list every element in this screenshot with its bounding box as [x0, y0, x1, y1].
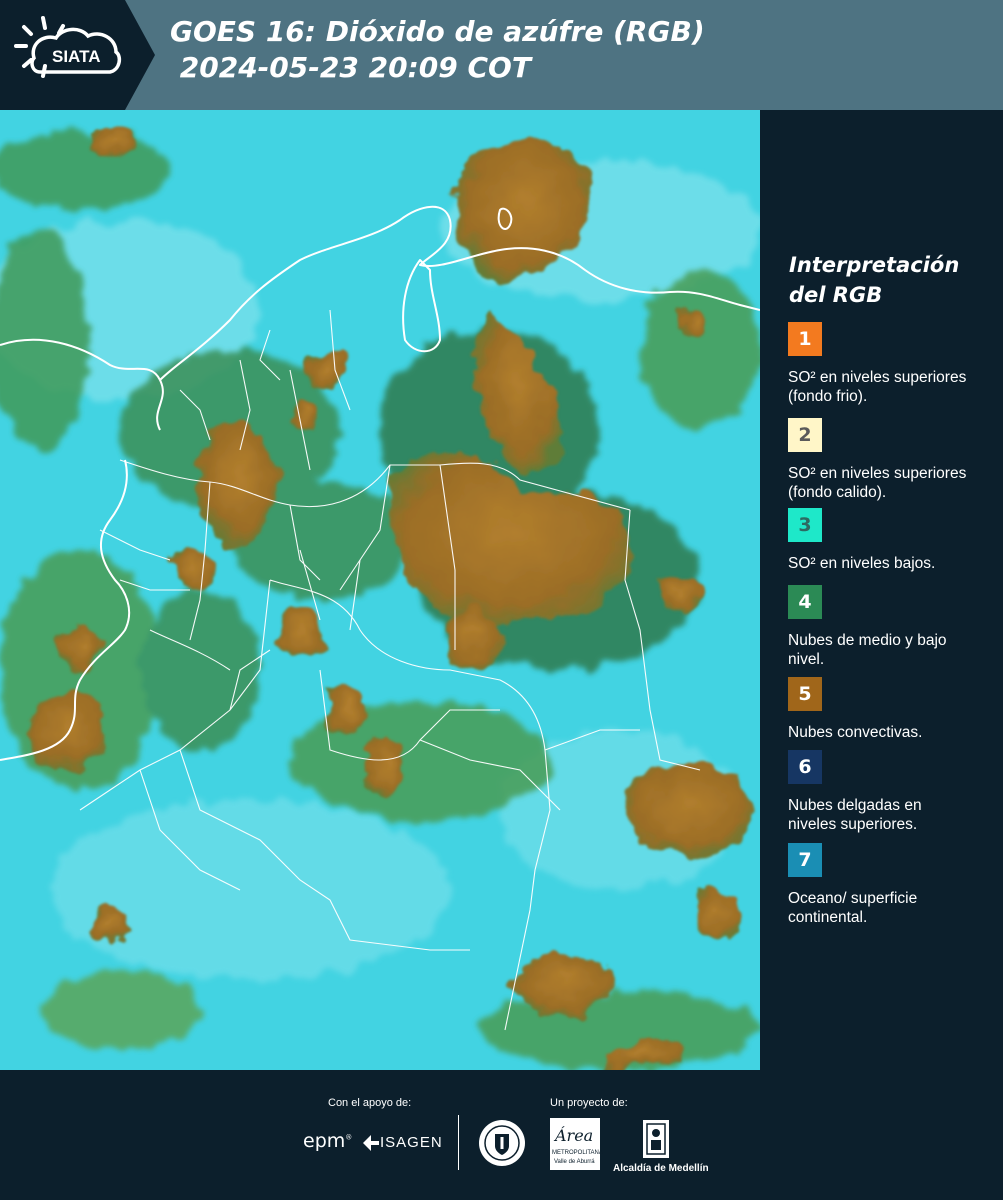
header-bar: SIATA GOES 16: Dióxido de azúfre (RGB) 2… [0, 0, 1003, 110]
isagen-mark-icon [363, 1135, 379, 1151]
area-metro-subtitle: METROPOLITANA [552, 1150, 603, 1156]
siata-logo: SIATA [0, 0, 155, 110]
legend-text-3: SO² en niveles bajos. [788, 555, 936, 572]
legend-text-2: SO² en niveles superiores (fondo calido)… [788, 465, 967, 501]
legend-swatch-6: 6 [788, 750, 822, 784]
legend-item-3: 3 SO² en niveles bajos. [788, 508, 998, 573]
alcaldia-text: Alcaldía de Medellín [613, 1163, 709, 1174]
page-title: GOES 16: Dióxido de azúfre (RGB) 2024-05… [170, 14, 705, 86]
legend-item-4: 4 Nubes de medio y bajo nivel. [788, 585, 998, 669]
legend-swatch-5: 5 [788, 677, 822, 711]
legend-item-5: 5 Nubes convectivas. [788, 677, 998, 742]
footer-divider [458, 1115, 459, 1170]
legend-text-5: Nubes convectivas. [788, 724, 923, 741]
area-metropolitana-logo: Área METROPOLITANA Valle de Aburrá [550, 1118, 603, 1170]
satellite-image [0, 110, 760, 1070]
project-label: Un proyecto de: [550, 1097, 628, 1109]
legend-text-4: Nubes de medio y bajo nivel. [788, 632, 947, 668]
title-line-2: 2024-05-23 20:09 COT [170, 51, 531, 84]
area-metro-title: Área [555, 1126, 594, 1145]
isagen-logo [360, 1132, 382, 1159]
isagen-text: ISAGEN [380, 1134, 443, 1151]
legend-text-6: Nubes delgadas en niveles superiores. [788, 797, 922, 833]
legend-panel: Interpretación del RGB 1 SO² en niveles … [760, 110, 1003, 1070]
legend-title: Interpretación del RGB [789, 253, 960, 307]
legend-item-6: 6 Nubes delgadas en niveles superiores. [788, 750, 998, 834]
legend-item-1: 1 SO² en niveles superiores (fondo frio)… [788, 322, 998, 406]
legend-swatch-4: 4 [788, 585, 822, 619]
satellite-map [0, 110, 760, 1070]
legend-swatch-1: 1 [788, 322, 822, 356]
footer: Con el apoyo de: Un proyecto de: epm® IS… [0, 1070, 1003, 1200]
legend-swatch-3: 3 [788, 508, 822, 542]
alcaldia-shield-icon [641, 1118, 671, 1165]
legend-item-7: 7 Oceano/ superficie continental. [788, 843, 998, 927]
support-label: Con el apoyo de: [328, 1097, 412, 1109]
legend-text-1: SO² en niveles superiores (fondo frio). [788, 369, 967, 405]
area-metro-subtitle-2: Valle de Aburrá [554, 1159, 595, 1165]
title-line-1: GOES 16: Dióxido de azúfre (RGB) [170, 15, 705, 48]
legend-item-2: 2 SO² en niveles superiores (fondo calid… [788, 418, 998, 502]
medellin-seal-icon [477, 1118, 527, 1173]
epm-logo: epm® [303, 1130, 353, 1152]
legend-swatch-2: 2 [788, 418, 822, 452]
legend-text-7: Oceano/ superficie continental. [788, 890, 918, 926]
siata-logo-text: SIATA [52, 47, 100, 66]
legend-swatch-7: 7 [788, 843, 822, 877]
